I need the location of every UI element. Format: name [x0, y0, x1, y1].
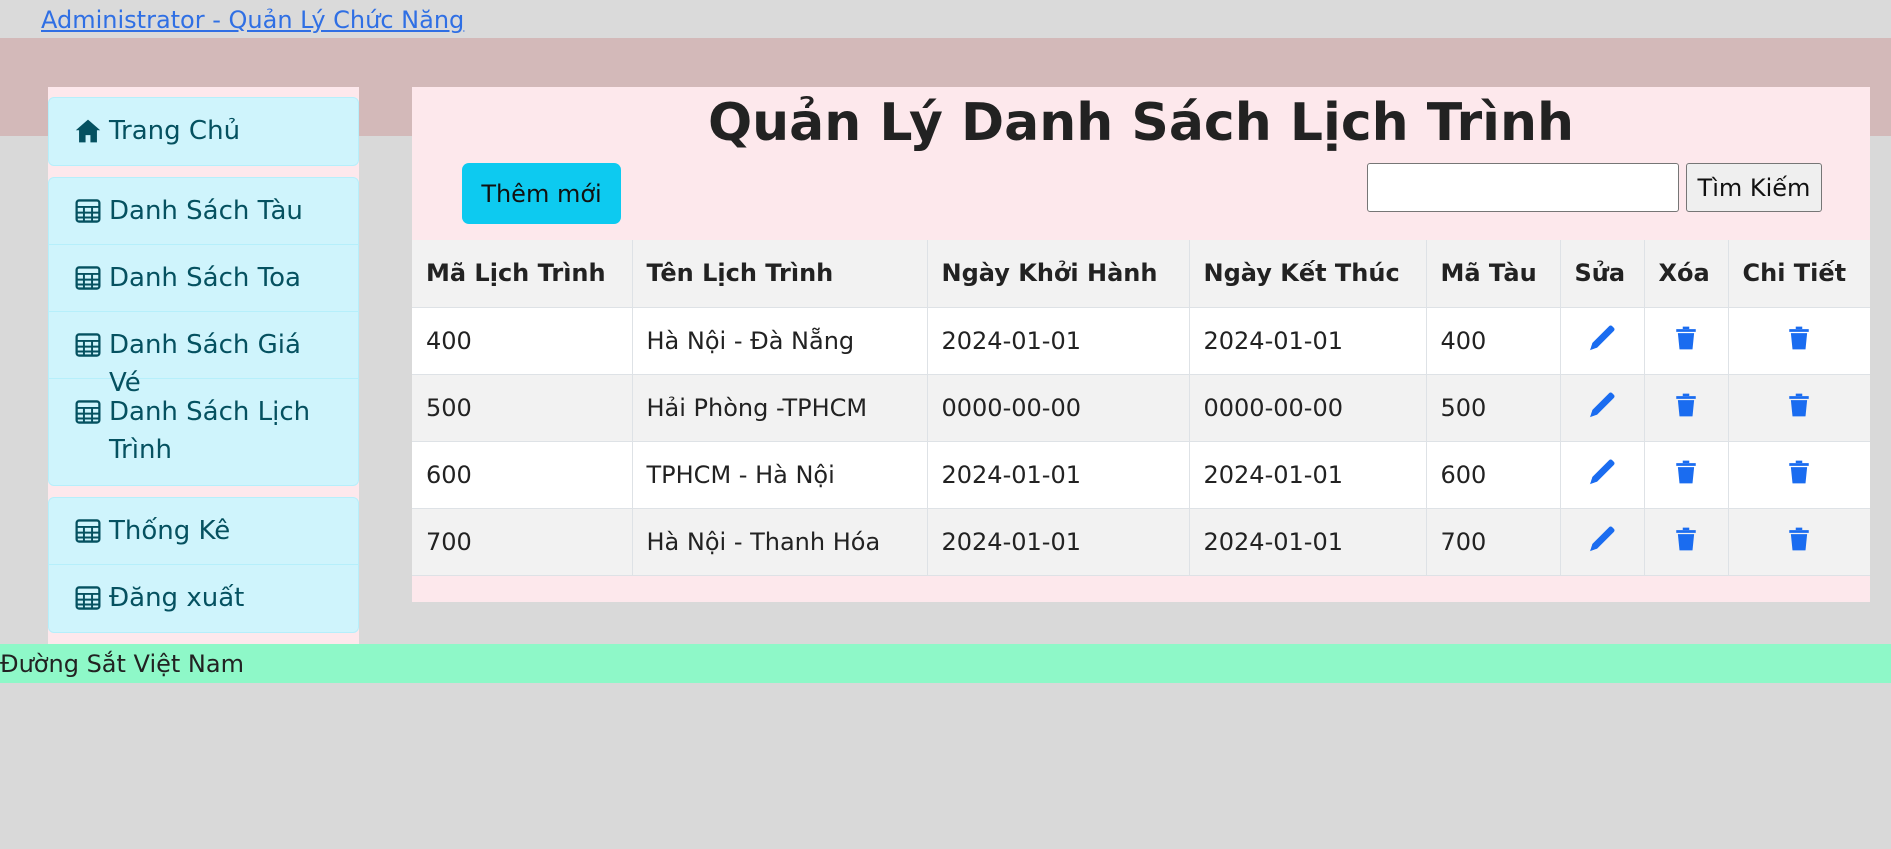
- table-row: 400 Hà Nội - Đà Nẵng 2024-01-01 2024-01-01 4…: [412, 307, 1870, 375]
- detail-button[interactable]: [1728, 508, 1870, 576]
- table-cell: 2024-01-01: [927, 508, 1190, 576]
- admin-link[interactable]: Administrator - Quản Lý Chức Năng: [41, 4, 464, 36]
- sidebar-item-label: Danh Sách Tàu: [109, 196, 303, 226]
- table-cell: 2024-01-01: [1189, 508, 1427, 576]
- main-panel: Quản Lý Danh Sách Lịch Trình Thêm mới Tì…: [412, 87, 1870, 602]
- table-cell: TPHCM - Hà Nội: [632, 441, 928, 509]
- delete-button[interactable]: [1644, 441, 1729, 509]
- table-cell: 2024-01-01: [1189, 307, 1427, 375]
- trash-icon: [1786, 393, 1812, 425]
- home-icon: [75, 119, 101, 143]
- delete-button[interactable]: [1644, 307, 1729, 375]
- table-cell: 2024-01-01: [927, 441, 1190, 509]
- sidebar-item-fares[interactable]: Danh Sách Giá Vé: [49, 312, 358, 398]
- table-icon: [75, 519, 101, 543]
- column-header: Mã Tàu: [1426, 240, 1561, 308]
- table-cell: 0000-00-00: [1189, 374, 1427, 442]
- sidebar-item-label: Danh Sách Giá Vé: [109, 330, 301, 398]
- table-cell: 400: [412, 307, 633, 375]
- pencil-icon: [1588, 391, 1616, 425]
- sidebar-item-label: Danh Sách Lịch Trình: [109, 397, 311, 465]
- table-cell: Hà Nội - Thanh Hóa: [632, 508, 928, 576]
- table-row: 700 Hà Nội - Thanh Hóa 2024-01-01 2024-01-0…: [412, 508, 1870, 576]
- table-cell: Hải Phòng -TPHCM: [632, 374, 928, 442]
- column-header: Chi Tiết: [1728, 240, 1870, 308]
- search-button[interactable]: Tìm Kiếm: [1686, 163, 1822, 212]
- table-icon: [75, 333, 101, 357]
- trash-icon: [1673, 393, 1699, 425]
- table-cell: 2024-01-01: [1189, 441, 1427, 509]
- table-icon: [75, 400, 101, 424]
- column-header: Mã Lịch Trình: [412, 240, 633, 308]
- schedule-table: Mã Lịch Trình Tên Lịch Trình Ngày Khởi H…: [412, 240, 1870, 576]
- top-bar: Administrator - Quản Lý Chức Năng: [0, 0, 1891, 38]
- table-cell: 0000-00-00: [927, 374, 1190, 442]
- sidebar-item-label: Thống Kê: [109, 516, 231, 546]
- detail-button[interactable]: [1728, 307, 1870, 375]
- add-new-button[interactable]: Thêm mới: [462, 163, 621, 224]
- sidebar-group-lists: Danh Sách Tàu Danh Sách Toa Danh Sách Gi…: [48, 177, 359, 486]
- column-header: Ngày Khởi Hành: [927, 240, 1190, 308]
- page-title: Quản Lý Danh Sách Lịch Trình: [707, 93, 1575, 153]
- sidebar-item-stats[interactable]: Thống Kê: [49, 498, 358, 565]
- delete-button[interactable]: [1644, 508, 1729, 576]
- pencil-icon: [1588, 324, 1616, 358]
- edit-button[interactable]: [1560, 374, 1645, 442]
- detail-button[interactable]: [1728, 441, 1870, 509]
- sidebar-group-other: Thống Kê Đăng xuất: [48, 497, 359, 633]
- sidebar-item-label: Trang Chủ: [109, 116, 241, 146]
- sidebar: Trang Chủ Danh Sách Tàu Danh Sách Toa Da…: [48, 87, 359, 644]
- detail-button[interactable]: [1728, 374, 1870, 442]
- table-header-row: Mã Lịch Trình Tên Lịch Trình Ngày Khởi H…: [412, 240, 1870, 308]
- sidebar-item-trains[interactable]: Danh Sách Tàu: [49, 178, 358, 245]
- edit-button[interactable]: [1560, 307, 1645, 375]
- sidebar-item-home[interactable]: Trang Chủ: [49, 98, 358, 165]
- table-icon: [75, 586, 101, 610]
- trash-icon: [1786, 527, 1812, 559]
- table-cell: 600: [412, 441, 633, 509]
- search-input[interactable]: [1367, 163, 1679, 212]
- table-cell: 600: [1426, 441, 1561, 509]
- sidebar-item-logout[interactable]: Đăng xuất: [49, 565, 358, 632]
- table-cell: 700: [412, 508, 633, 576]
- footer: Đường Sắt Việt Nam: [0, 644, 1891, 683]
- pencil-icon: [1588, 458, 1616, 492]
- edit-button[interactable]: [1560, 508, 1645, 576]
- table-cell: Hà Nội - Đà Nẵng: [632, 307, 928, 375]
- table-row: 600 TPHCM - Hà Nội 2024-01-01 2024-01-01 600: [412, 441, 1870, 509]
- footer-text: Đường Sắt Việt Nam: [0, 650, 244, 678]
- trash-icon: [1673, 326, 1699, 358]
- table-row: 500 Hải Phòng -TPHCM 0000-00-00 0000-00-00 5…: [412, 374, 1870, 442]
- column-header: Xóa: [1644, 240, 1729, 308]
- table-cell: 2024-01-01: [927, 307, 1190, 375]
- trash-icon: [1786, 326, 1812, 358]
- column-header: Tên Lịch Trình: [632, 240, 928, 308]
- table-cell: 700: [1426, 508, 1561, 576]
- table-icon: [75, 266, 101, 290]
- sidebar-item-cars[interactable]: Danh Sách Toa: [49, 245, 358, 312]
- sidebar-item-schedules[interactable]: Danh Sách Lịch Trình: [49, 379, 358, 485]
- sidebar-item-label: Đăng xuất: [109, 583, 245, 613]
- sidebar-group-home: Trang Chủ: [48, 97, 359, 166]
- trash-icon: [1673, 460, 1699, 492]
- table-cell: 500: [412, 374, 633, 442]
- column-header: Sửa: [1560, 240, 1645, 308]
- edit-button[interactable]: [1560, 441, 1645, 509]
- delete-button[interactable]: [1644, 374, 1729, 442]
- table-icon: [75, 199, 101, 223]
- column-header: Ngày Kết Thúc: [1189, 240, 1427, 308]
- sidebar-item-label: Danh Sách Toa: [109, 263, 301, 293]
- table-cell: 400: [1426, 307, 1561, 375]
- table-cell: 500: [1426, 374, 1561, 442]
- trash-icon: [1786, 460, 1812, 492]
- pencil-icon: [1588, 525, 1616, 559]
- trash-icon: [1673, 527, 1699, 559]
